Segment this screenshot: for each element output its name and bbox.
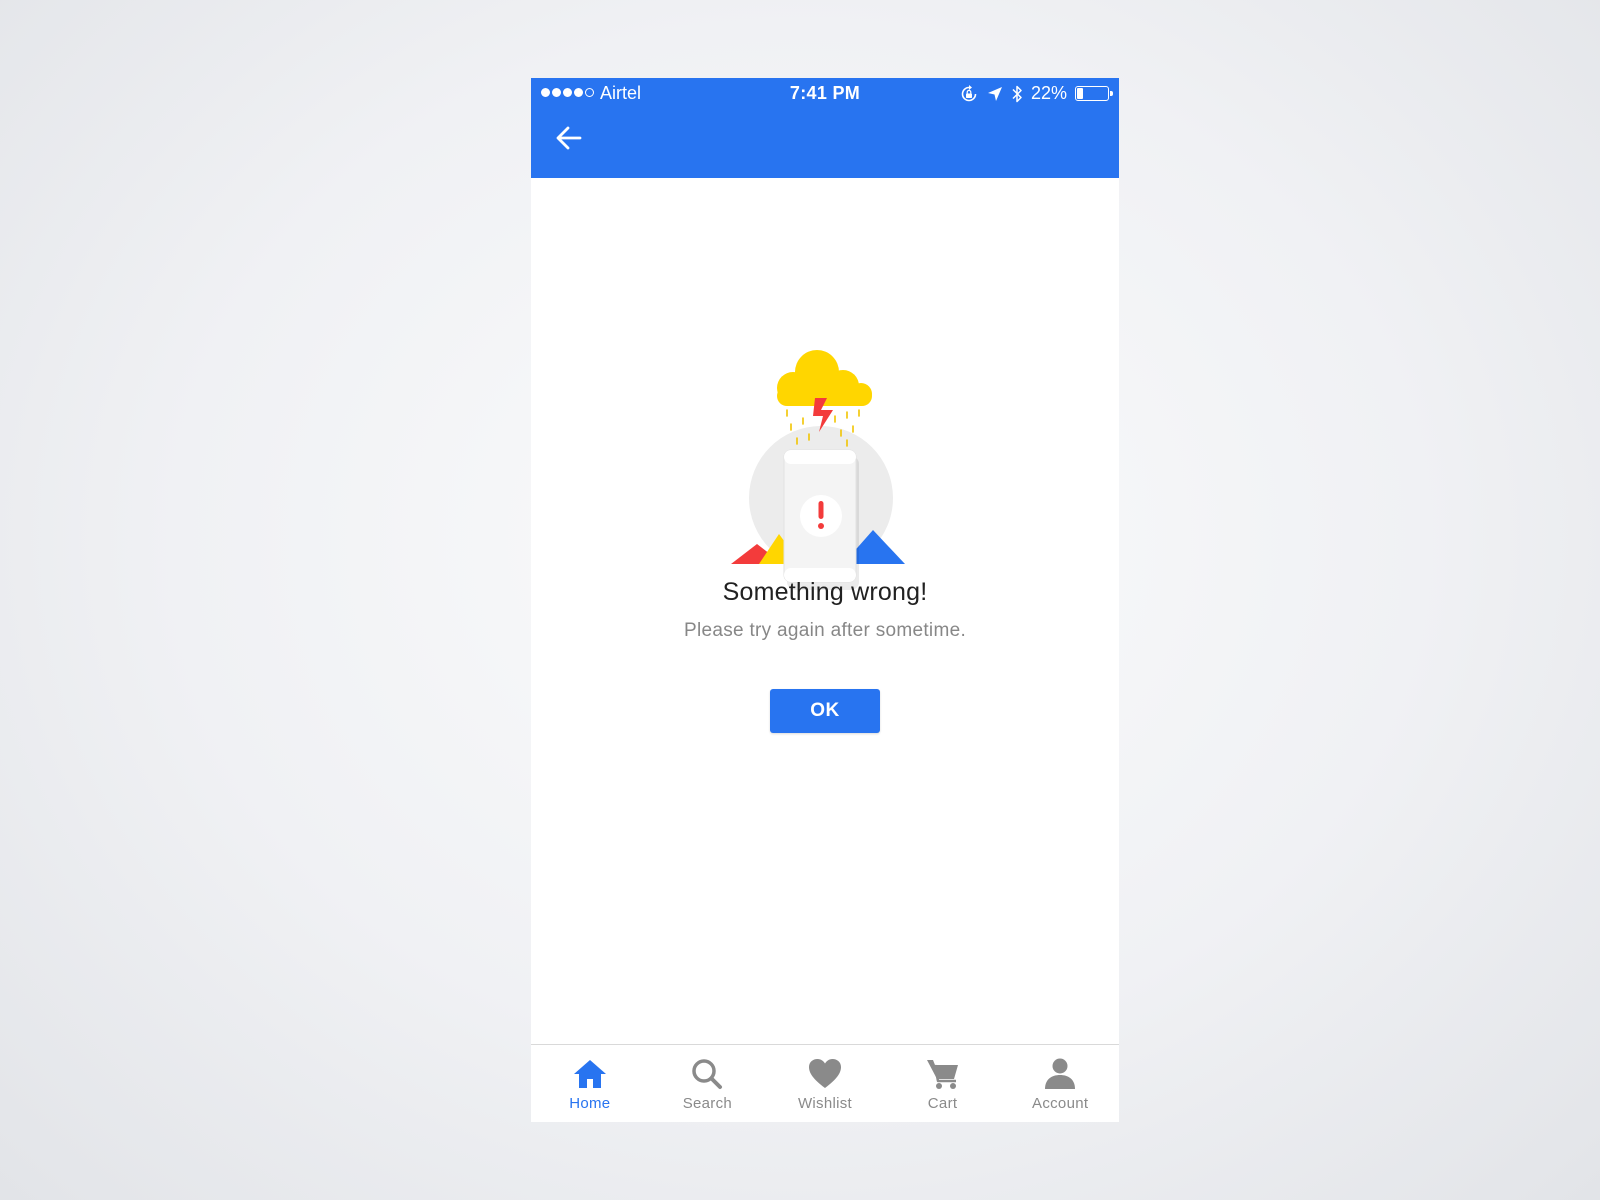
search-icon (692, 1059, 723, 1089)
nav-item-search[interactable]: Search (649, 1045, 767, 1122)
error-content: Something wrong! Please try again after … (531, 178, 1119, 1044)
battery-icon (1075, 86, 1113, 101)
error-title: Something wrong! (722, 578, 928, 606)
battery-level (1077, 88, 1083, 99)
app-bar: Airtel 7:41 PM 22% (531, 78, 1119, 178)
nav-item-account[interactable]: Account (1001, 1045, 1119, 1122)
battery-tip (1110, 91, 1113, 96)
account-icon (1045, 1058, 1076, 1089)
nav-label-account: Account (1032, 1095, 1089, 1112)
ok-button[interactable]: OK (770, 689, 880, 733)
bottom-nav: Home Search Wishlist Cart Account (531, 1044, 1119, 1122)
error-message: Please try again after sometime. (683, 620, 967, 641)
nav-item-cart[interactable]: Cart (884, 1045, 1002, 1122)
phone-screen: Airtel 7:41 PM 22% Something wrong! Plea… (531, 78, 1119, 1122)
heart-icon (808, 1059, 841, 1088)
nav-label-home: Home (569, 1095, 611, 1112)
location-arrow-icon (987, 86, 1003, 102)
nav-label-wishlist: Wishlist (797, 1095, 853, 1112)
nav-label-cart: Cart (927, 1095, 958, 1112)
orientation-lock-icon (959, 84, 979, 104)
cart-icon (926, 1060, 958, 1089)
nav-label-search: Search (682, 1095, 733, 1112)
home-icon (573, 1060, 606, 1088)
bluetooth-icon (1011, 84, 1023, 104)
back-button[interactable] (551, 120, 587, 156)
arrow-left-icon (556, 126, 582, 150)
battery-percent: 22% (1030, 83, 1067, 103)
nav-item-home[interactable]: Home (531, 1045, 649, 1122)
error-cloud-phone-illustration (731, 350, 905, 590)
status-icons: 22% (959, 83, 1113, 104)
status-bar: Airtel 7:41 PM 22% (531, 78, 1119, 110)
nav-item-wishlist[interactable]: Wishlist (766, 1045, 884, 1122)
